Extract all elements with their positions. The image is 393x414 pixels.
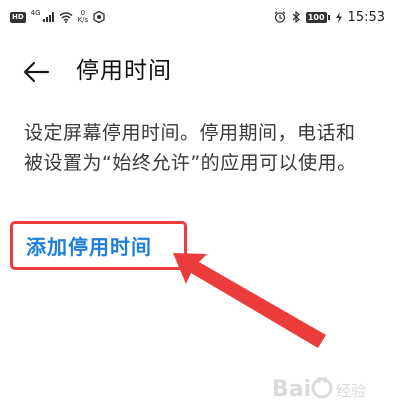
annotation-highlight-box: 添加停用时间 bbox=[10, 221, 187, 270]
back-arrow-icon bbox=[23, 61, 50, 83]
app-header: 停用时间 bbox=[0, 48, 393, 94]
status-time: 15:53 bbox=[347, 9, 385, 25]
network-speed: 0 K/s bbox=[78, 10, 89, 24]
status-bar-right: 100 15:53 bbox=[274, 8, 385, 26]
network-speed-unit: K/s bbox=[77, 16, 89, 24]
battery-tip bbox=[327, 14, 330, 20]
battery-level: 100 bbox=[305, 11, 327, 23]
battery-icon: 100 bbox=[305, 11, 330, 23]
svg-text:经验: 经验 bbox=[336, 382, 366, 400]
downtime-description: 设定屏幕停用时间。停用期间，电话和被设置为“始终允许”的应用可以使用。 bbox=[24, 122, 357, 174]
page-title: 停用时间 bbox=[76, 58, 172, 84]
back-button[interactable] bbox=[18, 54, 54, 90]
bluetooth-icon bbox=[292, 11, 300, 23]
network-type: 4G bbox=[30, 9, 41, 17]
app-notification-icon bbox=[93, 11, 105, 23]
status-bar: HD 4G 0 K/s 100 15:53 bbox=[0, 0, 393, 34]
hd-badge: HD bbox=[10, 11, 26, 23]
signal-icon bbox=[42, 12, 54, 22]
svg-text:Bai: Bai bbox=[272, 377, 311, 402]
add-downtime-link[interactable]: 添加停用时间 bbox=[26, 234, 152, 260]
charging-icon bbox=[335, 11, 342, 23]
alarm-icon bbox=[274, 11, 286, 23]
wifi-icon bbox=[59, 11, 73, 23]
status-bar-left: HD 4G 0 K/s bbox=[10, 9, 105, 25]
baidu-watermark-logo: Bai 经验 bbox=[272, 377, 366, 402]
